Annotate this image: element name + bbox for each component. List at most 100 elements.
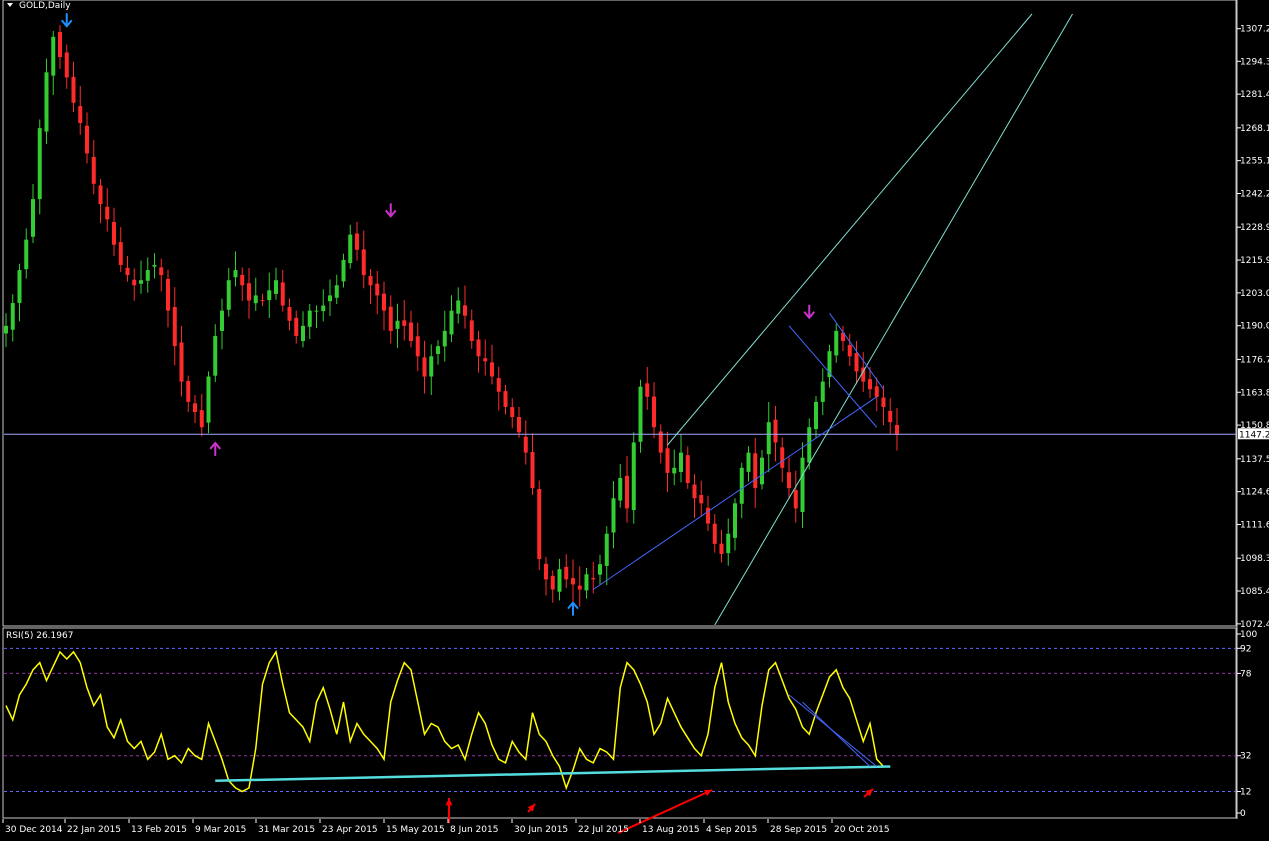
candle-body — [10, 303, 15, 330]
candle-body — [442, 330, 447, 347]
candle-body — [328, 295, 332, 302]
candle-body — [24, 239, 29, 270]
candle-body — [388, 306, 393, 331]
time-tick-label: 23 Apr 2015 — [322, 825, 378, 835]
price-tick-label: 1137.55 — [1240, 455, 1269, 465]
candle-body — [449, 310, 454, 335]
candle-body — [361, 249, 366, 276]
price-tick-label: 1307.20 — [1240, 25, 1269, 35]
candle-body — [91, 156, 96, 184]
price-tick-label: 1215.95 — [1240, 256, 1269, 266]
candle-body — [672, 467, 677, 474]
candle-body — [665, 448, 670, 473]
candle-body — [368, 275, 373, 286]
candle-body — [645, 383, 650, 397]
candle-body — [483, 358, 488, 362]
candle-body — [577, 585, 582, 590]
candle-body — [800, 457, 805, 512]
time-tick-label: 4 Sep 2015 — [706, 825, 757, 835]
candle-body — [530, 452, 535, 489]
candle-body — [267, 290, 272, 301]
candle-body — [179, 342, 184, 382]
candle-body — [550, 575, 555, 590]
candle-body — [64, 52, 69, 78]
candle-body — [847, 345, 852, 357]
time-tick-label: 22 Jul 2015 — [578, 825, 629, 835]
candle-body — [31, 199, 35, 237]
candle-body — [820, 381, 825, 402]
candle-body — [17, 270, 22, 303]
candle-body — [159, 267, 164, 276]
rsi-tick-label: 92 — [1240, 644, 1251, 654]
candle-body — [618, 477, 623, 501]
candle-body — [355, 233, 359, 250]
candle-body — [294, 317, 299, 336]
time-tick-label: 30 Jun 2015 — [514, 825, 568, 835]
candle-body — [517, 417, 521, 433]
candle-body — [874, 386, 879, 397]
time-tick-label: 28 Sep 2015 — [770, 825, 827, 835]
candle-body — [186, 381, 191, 402]
candle-body — [240, 274, 245, 286]
candle-body — [436, 346, 440, 355]
candle-body — [544, 563, 548, 580]
candle-body — [712, 523, 717, 544]
candle-body — [604, 533, 609, 566]
candle-body — [260, 300, 265, 302]
chart-canvas: 1307.20 1294.35 1281.40 1268.10 1255.15 1242.… — [0, 0, 1269, 841]
candle-body — [226, 280, 231, 310]
candle-body — [780, 447, 785, 468]
time-tick-label: 31 Mar 2015 — [258, 825, 315, 835]
candle-body — [233, 270, 238, 278]
time-tick-label: 20 Oct 2015 — [834, 825, 890, 835]
candle-body — [746, 452, 751, 472]
chart-title: GOLD,Daily — [19, 1, 71, 11]
time-tick-label: 9 Mar 2015 — [195, 825, 246, 835]
candle-body — [692, 484, 697, 499]
candle-body — [247, 283, 251, 301]
candle-body — [78, 106, 83, 124]
candle-body — [793, 490, 798, 509]
candle-body — [375, 283, 380, 296]
candle-body — [638, 386, 643, 442]
candle-body — [213, 335, 218, 376]
price-tick-label: 1281.40 — [1240, 90, 1269, 100]
price-tick-label: 1255.15 — [1240, 157, 1269, 167]
candle-body — [571, 578, 575, 585]
candle-body — [314, 310, 319, 312]
candle-body — [193, 403, 197, 413]
candle-body — [105, 206, 110, 220]
candle-body — [334, 285, 339, 298]
candle-body — [557, 569, 562, 592]
price-tick-label: 1228.90 — [1240, 223, 1269, 233]
candle-body — [854, 353, 859, 372]
candle-body — [253, 295, 258, 304]
candle-body — [598, 564, 602, 575]
candle-body — [490, 362, 494, 377]
candle — [631, 432, 636, 524]
time-tick-label: 13 Aug 2015 — [642, 825, 700, 835]
time-tick-label: 13 Feb 2015 — [131, 825, 187, 835]
candle-body — [71, 76, 76, 103]
candle-body — [456, 300, 461, 314]
candle-body — [463, 305, 467, 316]
candle-body — [503, 391, 508, 407]
candle-body — [145, 270, 150, 281]
chart-background — [0, 0, 1269, 841]
rsi-tick-label: 78 — [1240, 669, 1252, 679]
candle-body — [341, 259, 346, 282]
time-tick-label: 22 Jan 2015 — [67, 825, 121, 835]
price-tick-label: 1111.65 — [1240, 520, 1269, 530]
candle-body — [611, 498, 616, 533]
candle-body — [4, 325, 8, 334]
candle-body — [726, 533, 731, 554]
candle-body — [139, 280, 143, 284]
candle-body — [719, 543, 724, 555]
candle-body — [766, 422, 771, 455]
candle-body — [152, 264, 157, 267]
current-price-label: 1147.23 — [1239, 430, 1269, 440]
candle-body — [51, 36, 56, 76]
candle-body — [118, 242, 123, 265]
candle-body — [382, 293, 386, 311]
price-tick-label: 1203.00 — [1240, 289, 1269, 299]
